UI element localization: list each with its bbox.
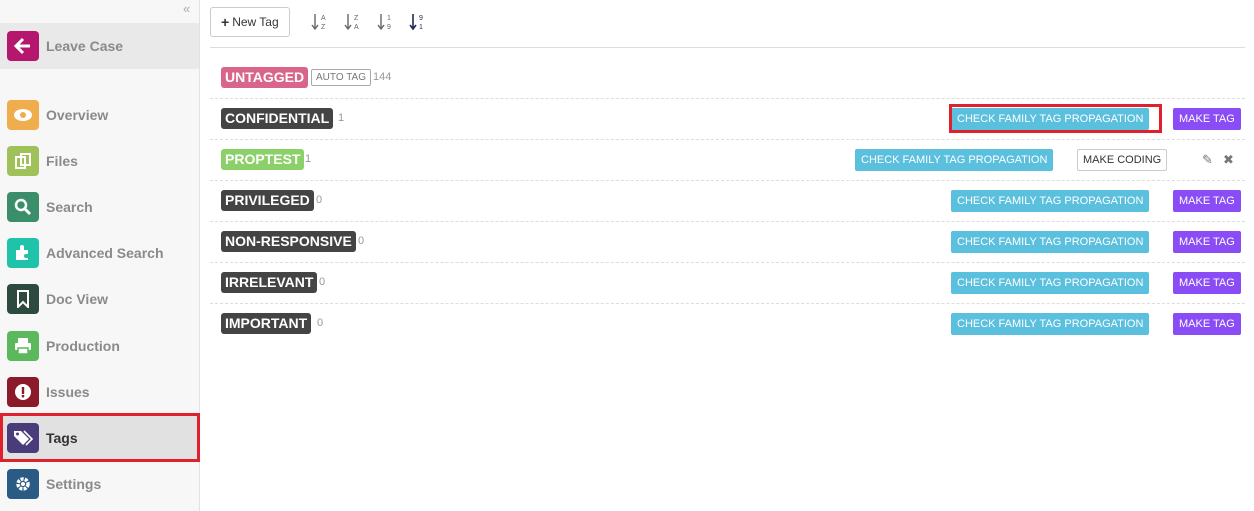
sidebar-item-files[interactable]: Files [0, 138, 199, 184]
sidebar-item-doc-view[interactable]: Doc View [0, 276, 199, 322]
leave-case-button[interactable]: Leave Case [0, 23, 199, 69]
make-tag-button[interactable]: MAKE TAG [1173, 272, 1241, 294]
check-family-tag-propagation-button[interactable]: CHECK FAMILY TAG PROPAGATION [951, 313, 1150, 335]
tag-label[interactable]: PROPTEST [221, 149, 305, 170]
tag-count: 144 [373, 71, 392, 83]
new-tag-button[interactable]: + New Tag [210, 7, 290, 37]
tag-count: 1 [305, 153, 312, 165]
tags-highlight-box [0, 413, 200, 462]
sidebar-item-label: Settings [46, 476, 102, 492]
print-icon [7, 331, 39, 361]
sidebar-item-label: Issues [46, 384, 90, 400]
new-tag-label: New Tag [232, 15, 279, 29]
tag-label[interactable]: UNTAGGED [221, 67, 309, 88]
tag-count: 1 [338, 112, 345, 124]
tag-row-untagged: UNTAGGED AUTO TAG 144 [210, 58, 1245, 99]
search-icon [7, 192, 39, 222]
tag-count: 0 [316, 194, 323, 206]
sidebar-item-overview[interactable]: Overview [0, 92, 199, 138]
gear-icon [7, 469, 39, 499]
copy-icon [7, 146, 39, 176]
sidebar-item-label: Doc View [46, 291, 108, 307]
check-family-tag-propagation-button[interactable]: CHECK FAMILY TAG PROPAGATION [855, 149, 1054, 171]
make-tag-button[interactable]: MAKE TAG [1173, 231, 1241, 253]
svg-text:9: 9 [419, 15, 423, 22]
tag-count: 0 [358, 235, 365, 247]
svg-text:1: 1 [387, 15, 391, 22]
eye-icon [7, 100, 39, 130]
svg-text:Z: Z [321, 24, 326, 31]
sort-numeric-asc-icon[interactable]: 1 9 [377, 12, 395, 32]
tag-count: 0 [317, 317, 324, 329]
make-tag-button[interactable]: MAKE TAG [1173, 190, 1241, 212]
svg-text:A: A [354, 24, 359, 31]
check-family-tag-propagation-button[interactable]: CHECK FAMILY TAG PROPAGATION [951, 190, 1150, 212]
sidebar-item-label: Overview [46, 107, 109, 123]
sidebar-item-label: Advanced Search [46, 245, 164, 261]
close-icon[interactable]: ✖ [1223, 152, 1234, 168]
make-coding-button[interactable]: MAKE CODING [1077, 149, 1168, 171]
tag-label[interactable]: IRRELEVANT [221, 272, 318, 293]
sort-alpha-desc-icon[interactable]: Z A [344, 12, 362, 32]
tag-row-important: IMPORTANT 0 CHECK FAMILY TAG PROPAGATION… [210, 304, 1245, 345]
toolbar: + New Tag [210, 7, 290, 37]
arrow-left-icon [7, 31, 39, 61]
sidebar-item-settings[interactable]: Settings [0, 461, 199, 507]
tag-row-non-responsive: NON-RESPONSIVE 0 CHECK FAMILY TAG PROPAG… [210, 222, 1245, 263]
svg-text:A: A [321, 15, 326, 22]
tag-row-proptest: PROPTEST 1 CHECK FAMILY TAG PROPAGATION … [210, 140, 1245, 181]
sidebar-item-production[interactable]: Production [0, 323, 199, 369]
collapse-sidebar-icon[interactable]: « [183, 1, 190, 16]
tag-label[interactable]: CONFIDENTIAL [221, 108, 334, 129]
svg-text:9: 9 [387, 24, 391, 31]
sidebar-item-advanced-search[interactable]: Advanced Search [0, 230, 199, 276]
highlight-box [949, 104, 1162, 133]
sidebar: « Leave Case Overview Files Search Advan… [0, 0, 200, 511]
puzzle-icon [7, 238, 39, 268]
svg-text:1: 1 [419, 24, 423, 31]
plus-icon: + [221, 14, 230, 30]
tag-row-privileged: PRIVILEGED 0 CHECK FAMILY TAG PROPAGATIO… [210, 181, 1245, 222]
tag-label[interactable]: IMPORTANT [221, 313, 312, 334]
sidebar-item-label: Production [46, 338, 120, 354]
sidebar-item-issues[interactable]: Issues [0, 369, 199, 415]
sidebar-item-label: Files [46, 153, 78, 169]
sort-numeric-desc-icon[interactable]: 9 1 [409, 12, 427, 32]
sidebar-item-search[interactable]: Search [0, 184, 199, 230]
toolbar-divider [210, 47, 1245, 48]
leave-case-label: Leave Case [46, 38, 124, 54]
tag-count: 0 [319, 276, 326, 288]
sidebar-item-label: Search [46, 199, 93, 215]
check-family-tag-propagation-button[interactable]: CHECK FAMILY TAG PROPAGATION [951, 272, 1150, 294]
tag-row-irrelevant: IRRELEVANT 0 CHECK FAMILY TAG PROPAGATIO… [210, 263, 1245, 304]
tag-label[interactable]: NON-RESPONSIVE [221, 231, 356, 252]
svg-text:Z: Z [354, 15, 359, 22]
make-tag-button[interactable]: MAKE TAG [1173, 313, 1241, 335]
make-tag-button[interactable]: MAKE TAG [1173, 108, 1241, 130]
auto-tag-badge: AUTO TAG [311, 69, 372, 86]
bookmark-icon [7, 284, 39, 314]
exclamation-icon [7, 377, 39, 407]
check-family-tag-propagation-button[interactable]: CHECK FAMILY TAG PROPAGATION [951, 231, 1150, 253]
pencil-icon[interactable]: ✎ [1202, 152, 1213, 168]
sort-alpha-asc-icon[interactable]: A Z [311, 12, 329, 32]
tag-label[interactable]: PRIVILEGED [221, 190, 314, 211]
